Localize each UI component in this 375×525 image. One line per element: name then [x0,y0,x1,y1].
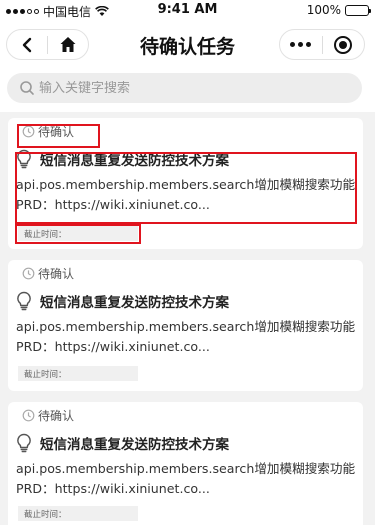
search-icon [20,81,34,95]
lightbulb-icon [17,149,31,169]
task-block[interactable]: 短信消息重复发送防控技术方案 api.pos.membership.member… [16,147,361,215]
home-button[interactable] [48,30,88,59]
task-block[interactable]: 短信消息重复发送防控技术方案 api.pos.membership.member… [16,431,361,499]
back-button[interactable] [7,30,47,59]
more-dots-icon [290,42,312,47]
nav-capsule-left [6,29,89,60]
nav-capsule-right [279,29,365,60]
status-tag: 待确认 [18,121,78,141]
task-card[interactable]: 待确认 短信消息重复发送防控技术方案 api.pos.membership.me… [8,118,363,249]
lightbulb-icon [17,433,31,453]
back-arrow-icon [22,37,32,52]
search-box[interactable] [7,73,362,103]
search-area [0,68,375,112]
clock-icon [22,125,35,137]
page: 中国电信 9:41 AM 100% 待确认任务 输入关键字搜索 待确认 短信消息… [0,0,375,525]
task-card[interactable]: 待确认 短信消息重复发送防控技术方案 api.pos.membership.me… [8,402,363,525]
task-description: api.pos.membership.members.search增加模糊搜索功… [16,177,356,212]
target-close-icon [334,35,353,54]
clock-icon [22,409,35,421]
more-button[interactable] [280,30,322,59]
task-block[interactable]: 短信消息重复发送防控技术方案 api.pos.membership.member… [16,289,361,357]
home-icon [60,37,76,52]
close-button[interactable] [323,30,365,59]
status-label: 待确认 [38,408,75,423]
task-title: 短信消息重复发送防控技术方案 [40,437,229,453]
task-card[interactable]: 待确认 短信消息重复发送防控技术方案 api.pos.membership.me… [8,260,363,391]
search-input[interactable] [39,80,339,96]
status-tag: 待确认 [18,263,78,283]
clock-icon [22,267,35,279]
battery-icon [345,4,371,16]
battery-percent: 100% [306,3,341,17]
status-right: 100% [306,3,371,17]
status-label: 待确认 [38,124,75,139]
lightbulb-icon [17,291,31,311]
nav-bar: 待确认任务 [0,20,375,68]
deadline-label: 截止时间： [18,226,138,241]
status-label: 待确认 [38,266,75,281]
task-title-row: 短信消息重复发送防控技术方案 [16,431,361,455]
task-title: 短信消息重复发送防控技术方案 [40,295,229,311]
task-title-row: 短信消息重复发送防控技术方案 [16,147,361,171]
deadline-label: 截止时间： [18,506,138,521]
deadline-label: 截止时间： [18,366,138,381]
status-bar: 中国电信 9:41 AM 100% [0,0,375,20]
task-title-row: 短信消息重复发送防控技术方案 [16,289,361,313]
task-title: 短信消息重复发送防控技术方案 [40,153,229,169]
task-description: api.pos.membership.members.search增加模糊搜索功… [16,319,356,354]
status-tag: 待确认 [18,405,78,425]
task-description: api.pos.membership.members.search增加模糊搜索功… [16,461,356,496]
